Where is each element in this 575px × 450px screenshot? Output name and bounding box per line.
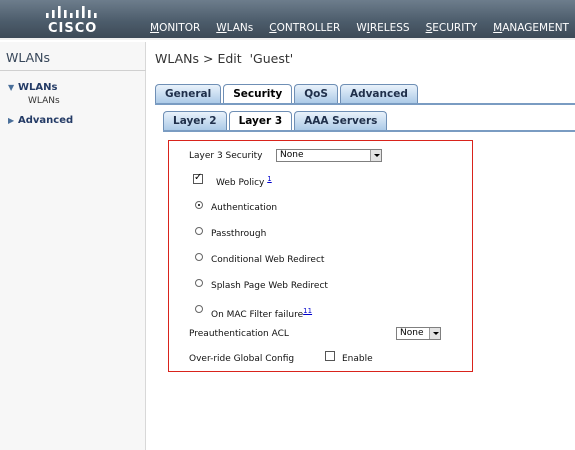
web-policy-footnote-link[interactable]: 1	[267, 175, 271, 183]
menu-wireless[interactable]: WIRELESS	[356, 22, 409, 34]
sidebar-group-wlans[interactable]: ▼ WLANs	[8, 82, 57, 93]
mac-filter-failure-label: On MAC Filter failure	[211, 310, 304, 320]
cisco-logo: CISCO	[44, 4, 104, 36]
preauth-acl-select[interactable]: None	[396, 327, 441, 340]
top-navigation-bar: CISCO MONITOR WLANs CONTROLLER WIRELESS …	[0, 0, 575, 40]
dropdown-arrow-icon	[370, 150, 381, 161]
collapsed-triangle-icon: ▶	[8, 116, 15, 125]
passthrough-label: Passthrough	[211, 229, 267, 239]
cisco-bars-icon	[46, 6, 97, 18]
tab-general[interactable]: General	[155, 84, 222, 104]
primary-tabs-underline	[155, 103, 575, 105]
tab-advanced[interactable]: Advanced	[339, 84, 418, 104]
conditional-web-redirect-radio[interactable]	[195, 253, 203, 261]
splash-page-web-redirect-radio[interactable]	[195, 279, 203, 287]
main-menu: MONITOR WLANs CONTROLLER WIRELESS SECURI…	[150, 22, 575, 34]
tab-qos[interactable]: QoS	[294, 84, 338, 104]
web-policy: Web Policy 1	[216, 175, 272, 188]
tab-layer-3[interactable]: Layer 3	[228, 111, 293, 131]
conditional-web-redirect-label: Conditional Web Redirect	[211, 255, 325, 265]
mac-filter-failure-radio[interactable]	[195, 305, 203, 313]
splash-page-web-redirect-label: Splash Page Web Redirect	[211, 281, 328, 291]
menu-monitor[interactable]: MONITOR	[150, 22, 200, 34]
web-policy-label: Web Policy	[216, 178, 265, 188]
mac-filter-footnote-link[interactable]: 11	[303, 307, 312, 315]
layer3-security-value: None	[280, 150, 304, 160]
page-title: WLANs > Edit 'Guest'	[155, 51, 294, 66]
secondary-tabs: Layer 2 Layer 3 AAA Servers	[163, 111, 389, 131]
brand-name: CISCO	[48, 21, 98, 36]
web-policy-checkbox[interactable]	[193, 172, 203, 184]
menu-management[interactable]: MANAGEMENT	[493, 22, 569, 34]
secondary-tabs-underline	[163, 130, 575, 132]
authentication-label: Authentication	[211, 203, 278, 213]
preauth-acl-label: Preauthentication ACL	[189, 329, 289, 339]
override-enable-label: Enable	[342, 354, 373, 364]
sidebar-group-advanced[interactable]: ▶ Advanced	[8, 115, 73, 126]
passthrough-radio[interactable]	[195, 227, 203, 235]
primary-tabs: General Security QoS Advanced	[155, 84, 420, 104]
override-enable-checkbox[interactable]	[325, 351, 335, 361]
tab-layer-2[interactable]: Layer 2	[163, 111, 227, 131]
layer3-security-select[interactable]: None	[276, 149, 382, 162]
mac-filter-failure: On MAC Filter failure11	[211, 307, 312, 320]
expanded-triangle-icon: ▼	[8, 83, 15, 92]
layer3-security-label: Layer 3 Security	[189, 151, 263, 161]
sidebar-item-wlans[interactable]: WLANs	[28, 96, 60, 106]
tab-security[interactable]: Security	[223, 84, 293, 104]
menu-security[interactable]: SECURITY	[426, 22, 478, 34]
sidebar-title: WLANs	[6, 50, 51, 65]
menu-controller[interactable]: CONTROLLER	[269, 22, 340, 34]
override-label: Over-ride Global Config	[189, 354, 295, 364]
menu-wlans[interactable]: WLANs	[216, 22, 253, 34]
sidebar-group-label: Advanced	[18, 115, 74, 126]
authentication-radio[interactable]	[195, 201, 203, 209]
sidebar-group-label: WLANs	[18, 82, 58, 93]
tab-aaa-servers[interactable]: AAA Servers	[294, 111, 388, 131]
sidebar: WLANs ▼ WLANs WLANs ▶ Advanced	[0, 42, 146, 450]
dropdown-arrow-icon	[429, 328, 440, 339]
sidebar-divider	[0, 70, 146, 71]
preauth-acl-value: None	[400, 328, 424, 338]
